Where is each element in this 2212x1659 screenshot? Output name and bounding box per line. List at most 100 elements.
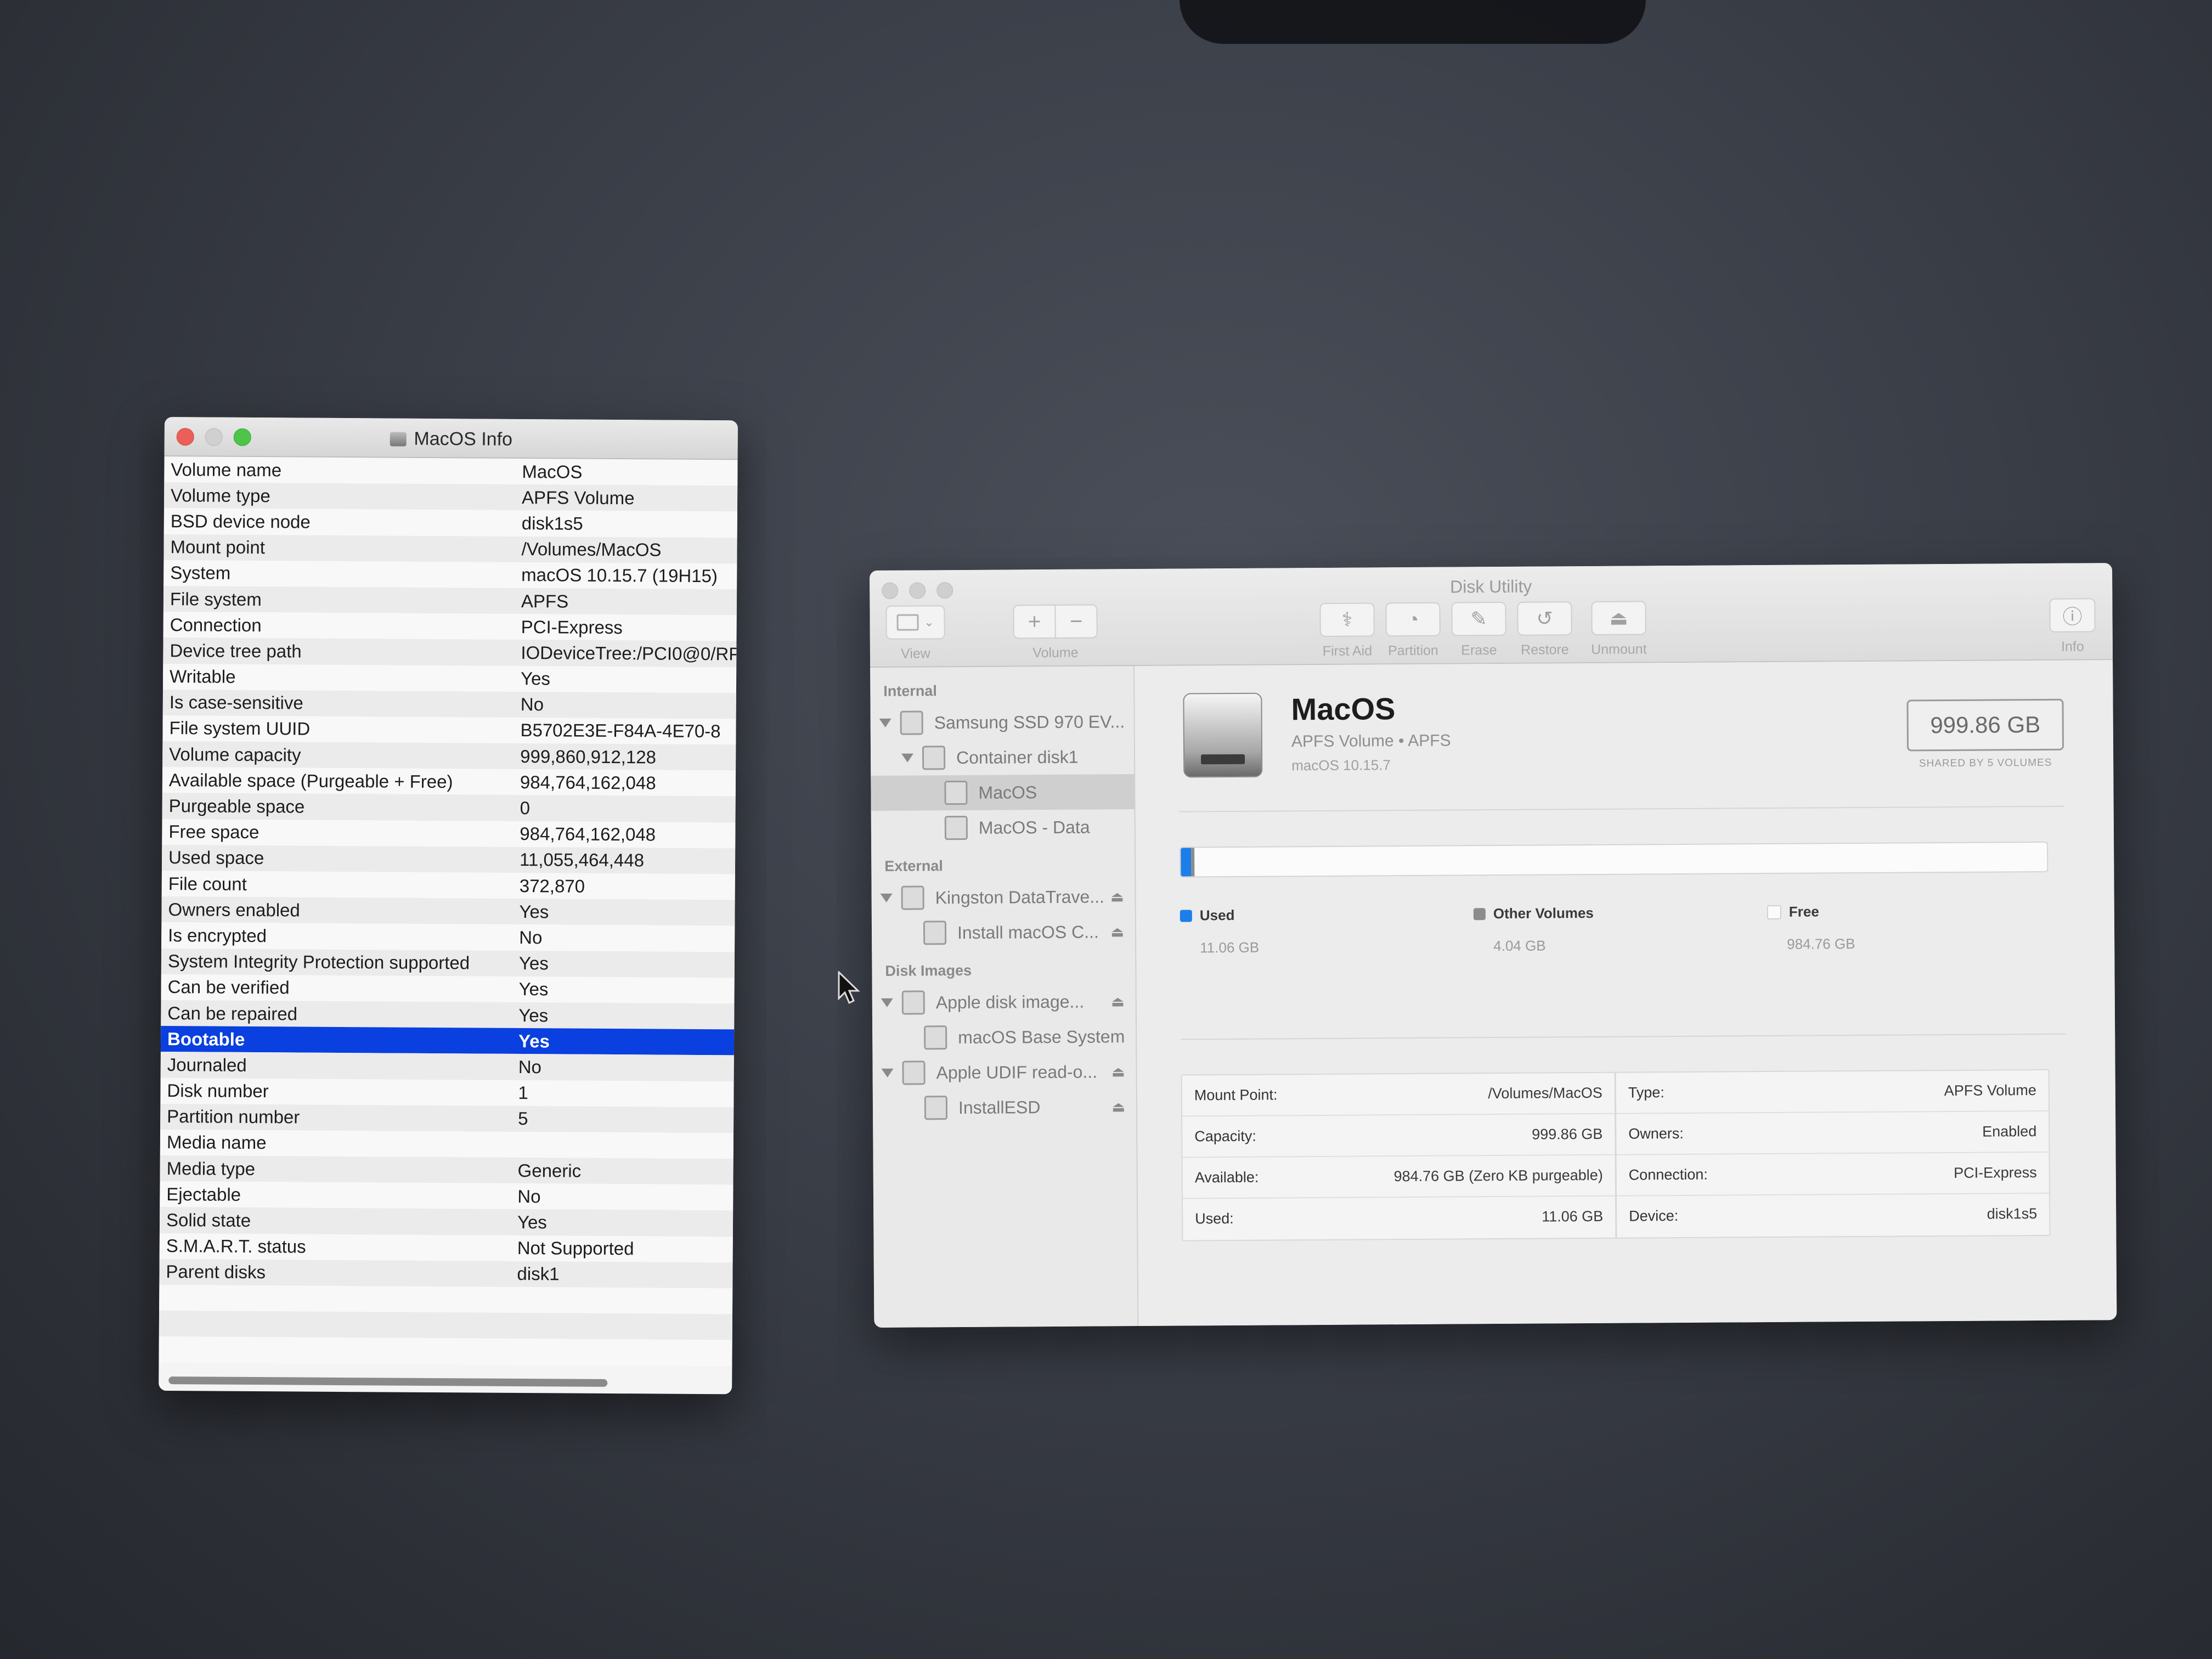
info-table-row[interactable]: Journaled No [160,1052,734,1081]
eject-icon[interactable]: ⏏ [1110,923,1124,940]
partition-button[interactable]: ◔ [1385,602,1441,637]
sidebar-item-install-macos[interactable]: Install macOS C... ⏏ [872,914,1135,951]
sidebar-item-macos[interactable]: MacOS [871,774,1135,811]
info-table-row[interactable]: Owners enabled Yes [161,896,735,926]
info-titlebar[interactable]: MacOS Info [164,417,738,460]
sidebar-item-apple-udif[interactable]: Apple UDIF read-o... ⏏ [872,1054,1136,1091]
first-aid-button[interactable]: ⚕ [1319,602,1375,637]
first-aid-label: First Aid [1322,643,1373,659]
info-table-row[interactable]: Media name [160,1129,734,1159]
info-table-row[interactable]: Purgeable space 0 [162,793,736,822]
info-table-row[interactable]: File system APFS [163,585,737,616]
details-left-column: Mount Point: /Volumes/MacOS Capacity: 999.8… [1182,1073,1616,1240]
sidebar-item-install-esd[interactable]: InstallESD ⏏ [873,1089,1136,1126]
sidebar-item-apple-disk-image[interactable]: Apple disk image... ⏏ [872,984,1136,1020]
info-table-row[interactable]: Used space 11,055,464,448 [161,844,736,874]
sidebar-item-kingston[interactable]: Kingston DataTrave... ⏏ [871,879,1135,916]
remove-volume-button[interactable]: − [1056,605,1096,637]
disclosure-triangle-icon[interactable] [880,893,893,902]
sidebar-item-container-disk1[interactable]: Container disk1 [871,739,1134,776]
info-table-row[interactable]: Ejectable No [160,1181,733,1211]
info-row-key: Purgeable space [168,795,305,817]
info-row-key: Volume name [171,459,282,480]
info-table-row[interactable]: Bootable Yes [160,1026,735,1056]
disclosure-triangle-icon[interactable] [881,998,893,1007]
first-aid-control[interactable]: ⚕ First Aid [1317,602,1378,659]
erase-control[interactable]: ✎ Erase [1448,601,1509,659]
volume-control[interactable]: + − Volume [1011,604,1099,661]
info-row-key: File count [168,873,247,894]
disk-icon [901,885,924,910]
info-table-row[interactable]: Can be verified Yes [161,974,735,1004]
erase-button[interactable]: ✎ [1451,601,1506,636]
info-table-row[interactable]: Disk number 1 [160,1077,734,1108]
sidebar-item-samsung-ssd[interactable]: Samsung SSD 970 EV... [871,704,1134,741]
info-row-key: Can be repaired [167,1002,298,1024]
info-table-empty-row [159,1336,732,1366]
eject-icon[interactable]: ⏏ [1110,888,1124,905]
info-row-value: Yes [518,979,549,1000]
info-row-key: Journaled [167,1054,247,1075]
info-table-row[interactable]: Free space 984,764,162,048 [162,819,736,849]
info-table-row[interactable]: Device tree path IODeviceTree:/PCI0@0/RP [163,637,737,667]
info-row-key: File system UUID [169,718,311,740]
details-value: APFS Volume [1944,1082,2036,1099]
disk-utility-window: Disk Utility ⌄ View + − Volume ⚕ First A… [870,563,2117,1328]
view-button[interactable]: ⌄ [885,605,945,640]
info-table-row[interactable]: Writable Yes [162,663,737,693]
info-table-row[interactable]: Volume type APFS Volume [163,482,738,512]
volume-icon [923,921,947,945]
info-table-row[interactable]: Available space (Purgeable + Free) 984,76… [162,767,736,797]
info-table-row[interactable]: Solid state Yes [159,1207,733,1237]
info-table-row[interactable]: System Integrity Protection supported Yes [161,948,735,978]
info-table-row[interactable]: BSD device node disk1s5 [163,508,737,538]
sidebar-item-macos-data[interactable]: MacOS - Data [871,809,1135,846]
details-value: Enabled [1982,1123,2037,1140]
eject-icon[interactable]: ⏏ [1111,993,1125,1010]
info-table-row[interactable]: Can be repaired Yes [161,1000,735,1030]
info-table-row[interactable]: Mount point/Volumes/MacOS [163,534,737,564]
info-window-title: MacOS Info [165,427,738,452]
volume-icon [924,1096,948,1120]
horizontal-scrollbar[interactable] [168,1376,608,1387]
add-volume-button[interactable]: + [1014,605,1056,638]
unmount-control[interactable]: ⏏ Unmount [1583,601,1655,658]
info-button[interactable]: ⓘ [2049,598,2096,633]
other-volumes-swatch [1473,907,1486,920]
info-table-row[interactable]: S.M.A.R.T. status Not Supported [159,1233,733,1263]
disclosure-triangle-icon[interactable] [879,718,891,727]
details-row: Type: APFS Volume [1616,1070,2049,1114]
info-row-key: System Integrity Protection supported [167,951,470,973]
info-table: Volume name MacOS Volume type APFS Volume BS… [159,456,738,1366]
restore-control[interactable]: ↺ Restore [1514,601,1575,658]
partition-control[interactable]: ◔ Partition [1383,602,1443,659]
info-table-row[interactable]: Is case-sensitive No [162,689,736,719]
info-row-key: File system [170,588,262,610]
info-table-row[interactable]: Media type Generic [160,1155,733,1185]
info-table-row[interactable]: Volume name MacOS [164,456,738,486]
unmount-button[interactable]: ⏏ [1591,601,1646,635]
info-table-row[interactable]: Is encrypted No [161,922,735,952]
sidebar-item-macos-base-system[interactable]: macOS Base System [872,1019,1136,1056]
info-table-row[interactable]: System macOS 10.15.7 (19H15) [163,560,737,590]
info-table-row[interactable]: Connection PCI-Express [163,612,737,641]
disclosure-triangle-icon[interactable] [901,753,914,763]
details-value: disk1s5 [1987,1205,2038,1222]
details-value: 984.76 GB (Zero KB purgeable) [1393,1166,1603,1185]
info-table-row[interactable]: Parent disks disk1 [159,1259,733,1289]
eject-icon[interactable]: ⏏ [1111,1098,1125,1115]
info-window: MacOS Info Volume name MacOS Volume type AP… [159,417,738,1395]
info-table-row[interactable]: Volume capacity 999,860,912,128 [162,741,736,771]
disk-icon [900,710,923,735]
info-control[interactable]: ⓘ Info [2047,598,2097,655]
info-table-row[interactable]: File count 372,870 [161,870,735,900]
details-right-column: Type: APFS Volume Owners: Enabled Connection… [1614,1070,2050,1238]
legend-free: Free 984.76 GB [1767,903,1855,953]
info-table-row[interactable]: Partition number 5 [160,1103,734,1133]
info-table-row[interactable]: File system UUID B5702E3E-F84A-4E70-8 [162,715,736,745]
view-control[interactable]: ⌄ View [885,605,946,662]
restore-button[interactable]: ↺ [1517,601,1572,636]
info-row-key: Media name [166,1132,267,1153]
disclosure-triangle-icon[interactable] [881,1068,894,1077]
eject-icon[interactable]: ⏏ [1111,1063,1125,1080]
